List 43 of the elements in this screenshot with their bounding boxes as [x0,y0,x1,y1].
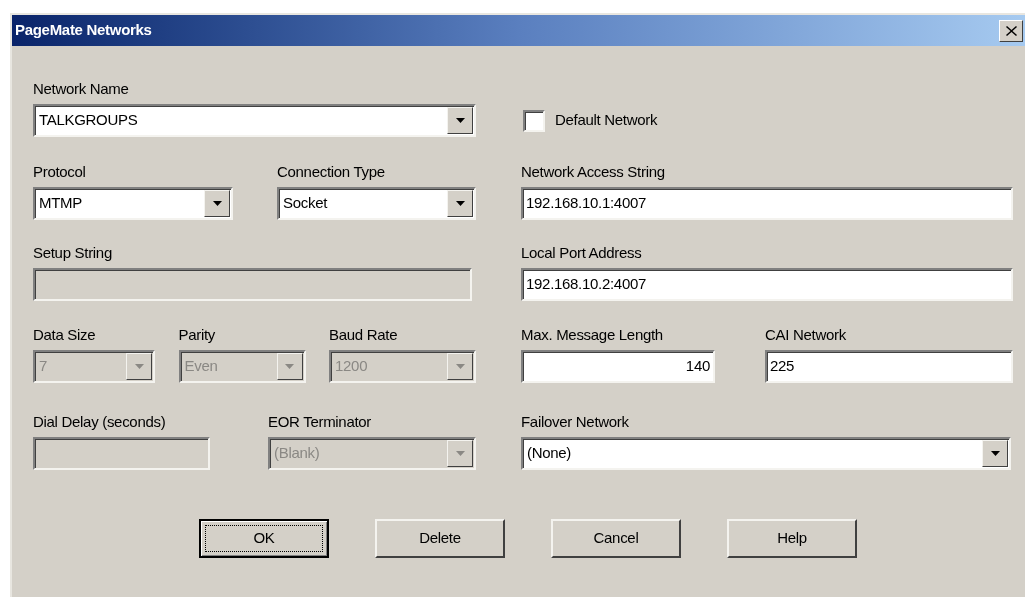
field-label: Baud Rate [329,325,399,345]
window-title: PageMate Networks [15,20,152,41]
dialog-button[interactable]: Cancel [551,519,681,558]
field-label: Connection Type [277,162,386,182]
field-label: Network Name [33,79,130,99]
field-label: Dial Delay (seconds) [33,412,167,432]
caret-icon [990,451,1000,456]
input-field[interactable]: 140 [521,350,715,383]
caret-icon [455,201,465,206]
dropdown[interactable]: MTMP [33,187,233,220]
input-field[interactable]: 225 [765,350,1013,383]
field-label: EOR Terminator [268,412,373,432]
dropdown-button[interactable] [447,190,473,217]
input-field[interactable]: 192.168.10.2:4007 [521,268,1013,301]
dialog-button[interactable]: OK [199,519,329,558]
input-field[interactable]: 192.168.10.1:4007 [521,187,1013,220]
caret-icon [285,364,294,369]
checkbox[interactable] [523,109,545,132]
close-button[interactable] [999,19,1023,42]
field-label: Parity [178,325,217,345]
close-icon [1005,25,1017,36]
field-label: CAI Network [765,325,847,345]
dropdown-button[interactable] [447,107,473,134]
field-label: Network Access String [521,162,666,182]
field-label: Data Size [33,325,97,345]
dialog-button[interactable]: Delete [375,519,505,558]
field-label: Local Port Address [521,243,643,263]
caret-icon [455,364,465,369]
caret-icon [134,364,144,369]
field-label: Setup String [33,243,113,263]
field-label: Failover Network [521,412,630,432]
field-label: Max. Message Length [521,325,664,345]
dialog-button[interactable]: Help [727,519,857,558]
caret-icon [212,201,222,206]
caret-icon [455,451,465,456]
dropdown[interactable]: Socket [277,187,476,220]
dropdown-button[interactable] [204,190,230,217]
dropdown-button[interactable] [982,440,1008,467]
dropdown[interactable]: TALKGROUPS [33,104,476,137]
dropdown[interactable]: (None) [521,437,1011,470]
checkbox-label: Default Network [555,110,658,131]
field-label: Protocol [33,162,87,182]
caret-icon [455,118,465,123]
